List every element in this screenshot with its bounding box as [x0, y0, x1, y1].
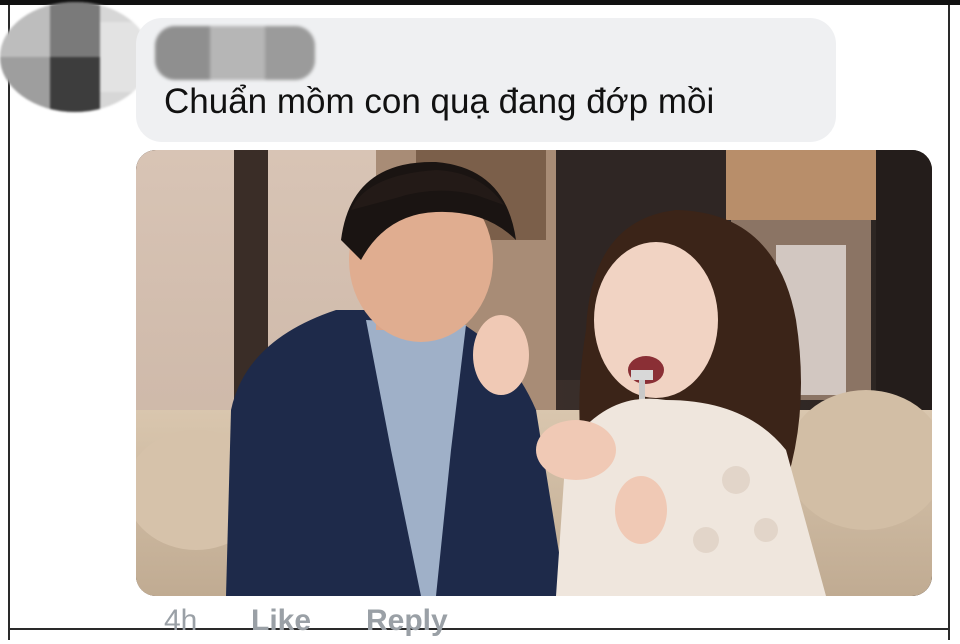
avatar-pixelated[interactable] [0, 2, 150, 112]
comment-text: Chuẩn mồm con quạ đang đớp mồi [164, 82, 715, 121]
author-name-pixelated[interactable] [155, 26, 315, 80]
like-button[interactable]: Like [251, 604, 311, 638]
photo-illustration [136, 150, 932, 596]
comment-timestamp[interactable]: 4h [164, 604, 197, 638]
frame-right-border [948, 5, 950, 640]
top-border [0, 0, 960, 5]
frame-bottom-border [8, 628, 950, 630]
reply-button[interactable]: Reply [366, 604, 448, 638]
comment-photo[interactable] [136, 150, 932, 596]
